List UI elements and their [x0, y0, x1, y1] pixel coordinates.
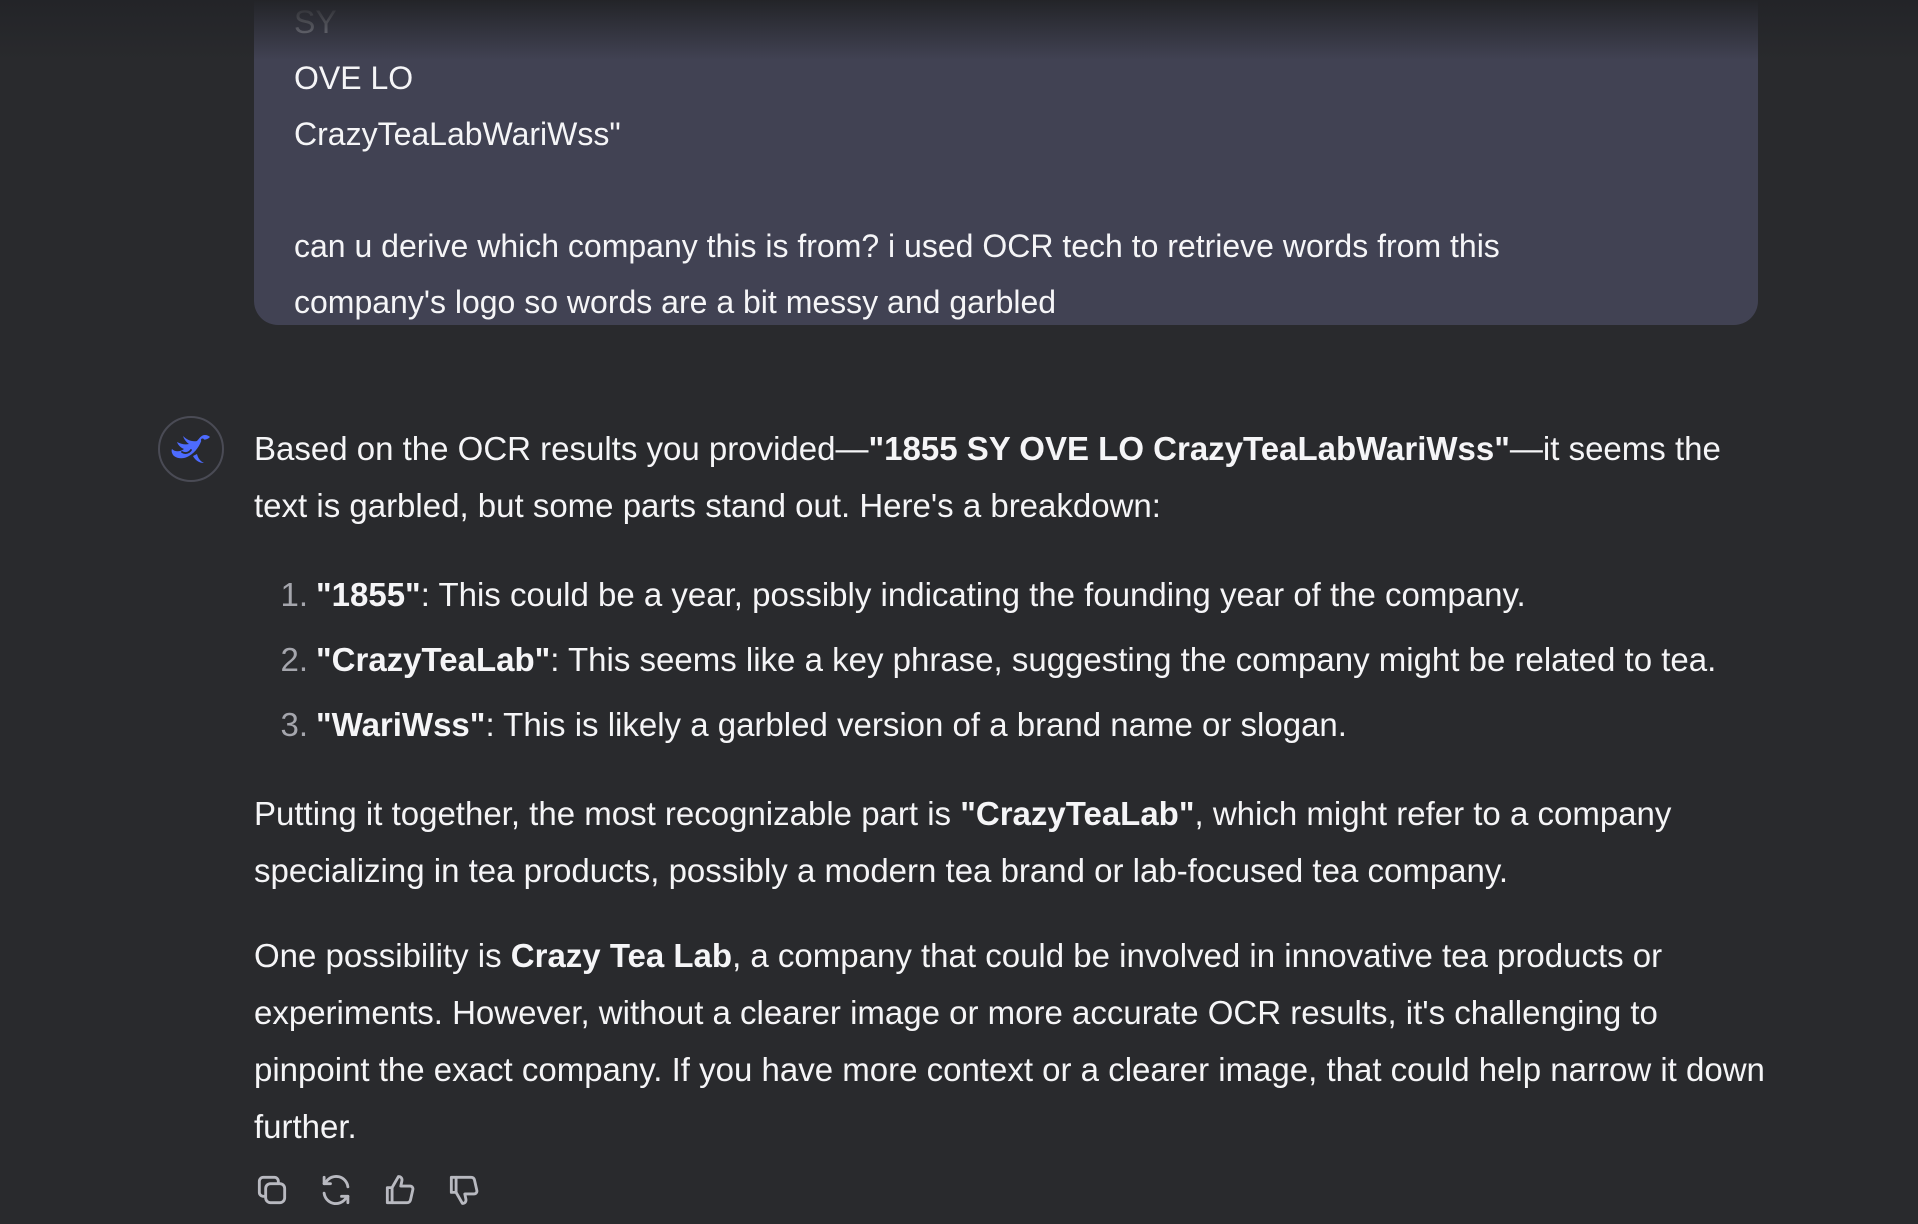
intro-text: Based on the OCR results you provided— [254, 430, 869, 467]
intro-bold-ocr-result: "1855 SY OVE LO CrazyTeaLabWariWss" [868, 430, 1510, 467]
paragraph-text: Putting it together, the most recognizab… [254, 795, 961, 832]
user-message-gap [294, 162, 1718, 218]
thumbs-down-button[interactable] [444, 1170, 484, 1210]
list-item-term: "WariWss" [316, 706, 486, 743]
list-number: 1. [280, 576, 308, 613]
regenerate-icon [322, 1175, 350, 1205]
list-item-text: : This is likely a garbled version of a … [485, 706, 1347, 743]
list-number: 3. [280, 706, 308, 743]
list-item: 3. "WariWss": This is likely a garbled ve… [254, 692, 1774, 757]
paragraph-bold: Crazy Tea Lab [510, 937, 733, 974]
message-actions [252, 1170, 484, 1210]
assistant-avatar [158, 416, 224, 482]
user-question-line: company's logo so words are a bit messy … [294, 284, 1057, 320]
assistant-paragraph-summary: Putting it together, the most recognizab… [254, 785, 1774, 899]
list-item: 2. "CrazyTeaLab": This seems like a key p… [254, 627, 1774, 692]
list-item-content: "WariWss": This is likely a garbled vers… [316, 692, 1347, 757]
assistant-intro: Based on the OCR results you provided—"1… [254, 420, 1774, 534]
whale-logo-icon [171, 435, 210, 463]
paragraph-text: One possibility is [254, 937, 511, 974]
thumbs-up-icon [385, 1175, 415, 1205]
user-message-cut-line: SY [294, 4, 337, 40]
list-item-term: "CrazyTeaLab" [316, 641, 551, 678]
user-message-bubble: SY OVE LO CrazyTeaLabWariWss" can u deri… [254, 0, 1758, 325]
assistant-paragraph-possibility: One possibility is Crazy Tea Lab, a comp… [254, 927, 1774, 1155]
breakdown-list: 1. "1855": This could be a year, possibly… [254, 562, 1774, 757]
list-item-text: : This could be a year, possibly indicat… [420, 576, 1526, 613]
thumbs-down-icon [449, 1175, 479, 1205]
list-item-term: "1855" [316, 576, 421, 613]
regenerate-button[interactable] [316, 1170, 356, 1210]
list-item: 1. "1855": This could be a year, possibly… [254, 562, 1774, 627]
user-message-line: CrazyTeaLabWariWss" [294, 116, 621, 152]
user-question-line: can u derive which company this is from?… [294, 228, 1500, 264]
list-item-content: "1855": This could be a year, possibly i… [316, 562, 1526, 627]
assistant-message: Based on the OCR results you provided—"1… [254, 420, 1774, 1183]
copy-button[interactable] [252, 1170, 292, 1210]
thumbs-up-button[interactable] [380, 1170, 420, 1210]
list-item-content: "CrazyTeaLab": This seems like a key phr… [316, 627, 1716, 692]
list-number: 2. [280, 641, 308, 678]
copy-icon [257, 1175, 287, 1205]
paragraph-bold: "CrazyTeaLab" [960, 795, 1195, 832]
list-item-text: : This seems like a key phrase, suggesti… [550, 641, 1717, 678]
user-message-line: OVE LO [294, 60, 414, 96]
